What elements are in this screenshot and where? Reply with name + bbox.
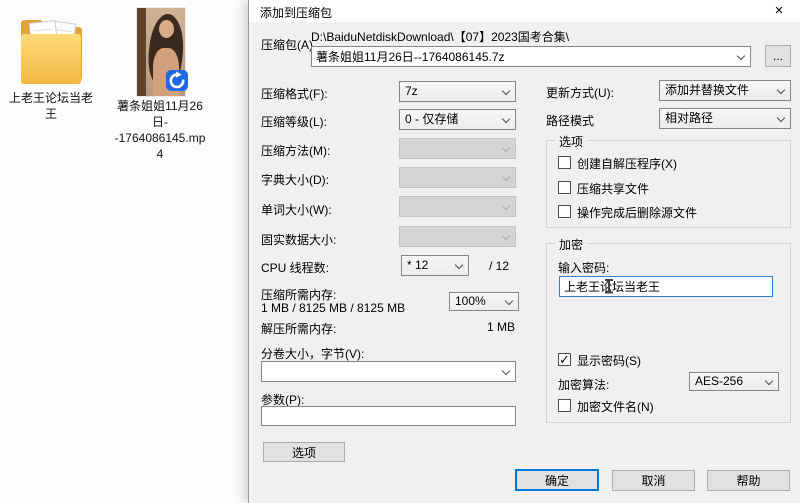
solid-select: [399, 226, 516, 247]
folder-icon[interactable]: [18, 10, 84, 88]
chevron-down-icon: [501, 143, 511, 153]
method-select: [399, 138, 516, 159]
cpu-threads-value: * 12: [407, 258, 429, 272]
update-mode-select[interactable]: 添加并替换文件: [659, 80, 791, 101]
decompress-memory-label: 解压所需内存:: [261, 322, 337, 336]
decompress-memory-value: 1 MB: [486, 320, 515, 334]
chevron-down-icon[interactable]: [736, 51, 746, 61]
desktop: 上老王论坛当老王 薯条姐姐11月26日--1764086145.mp4: [0, 0, 248, 503]
solid-label: 固实数据大小:: [261, 233, 337, 247]
chevron-down-icon: [501, 201, 511, 211]
level-label: 压缩等级(L):: [261, 115, 328, 129]
path-mode-value: 相对路径: [665, 111, 714, 125]
folder-label[interactable]: 上老王论坛当老王: [7, 90, 95, 122]
password-input[interactable]: [559, 276, 773, 297]
checkbox-box[interactable]: [558, 181, 571, 194]
archive-dir-path: D:\BaiduNetdiskDownload\【07】2023国考合集\: [311, 30, 570, 44]
encryption-method-label: 加密算法:: [558, 378, 610, 392]
dialog-titlebar[interactable]: 添加到压缩包 ×: [249, 0, 800, 22]
chevron-down-icon[interactable]: [764, 376, 774, 386]
format-label: 压缩格式(F):: [261, 87, 328, 101]
memory-percent-select[interactable]: 100%: [449, 292, 519, 311]
chevron-down-icon[interactable]: [504, 296, 514, 306]
split-size-label: 分卷大小，字节(V):: [261, 347, 365, 361]
archive-label: 压缩包(A): [261, 38, 313, 52]
method-label: 压缩方法(M):: [261, 144, 331, 158]
chevron-down-icon[interactable]: [501, 366, 511, 376]
password-label: 输入密码:: [558, 261, 610, 275]
archive-name-combo[interactable]: [311, 46, 751, 67]
path-mode-select[interactable]: 相对路径: [659, 108, 791, 129]
split-size-combo[interactable]: [261, 361, 516, 382]
player-badge-icon: [166, 70, 188, 91]
word-select: [399, 196, 516, 217]
dialog-title: 添加到压缩包: [260, 6, 333, 20]
cpu-threads-label: CPU 线程数:: [261, 261, 330, 275]
chevron-down-icon: [501, 172, 511, 182]
checkbox-label: 压缩共享文件: [577, 182, 650, 196]
add-to-archive-dialog: 添加到压缩包 × 压缩包(A) D:\BaiduNetdiskDownload\…: [248, 0, 800, 503]
parameters-input[interactable]: [261, 406, 516, 426]
thumb-face: [159, 20, 174, 38]
compress-memory-detail: 1 MB / 8125 MB / 8125 MB: [261, 301, 406, 315]
path-mode-label: 路径模式: [546, 114, 595, 128]
split-size-input[interactable]: [262, 362, 495, 381]
level-value: 0 - 仅存储: [405, 112, 459, 126]
checkbox-label: 加密文件名(N): [577, 400, 654, 414]
chevron-down-icon[interactable]: [501, 114, 511, 124]
ibeam-cursor: [604, 279, 614, 295]
archive-name-input[interactable]: [312, 47, 730, 66]
word-label: 单词大小(W):: [261, 203, 332, 217]
format-value: 7z: [405, 84, 418, 98]
ok-button[interactable]: 确定: [515, 469, 599, 491]
browse-button[interactable]: ...: [765, 45, 791, 67]
checkbox-label: 操作完成后删除源文件: [577, 206, 698, 220]
encryption-method-value: AES-256: [695, 374, 744, 388]
chevron-down-icon[interactable]: [454, 260, 464, 270]
help-button[interactable]: 帮助: [707, 470, 790, 491]
checkbox-label: 创建自解压程序(X): [577, 157, 677, 171]
cpu-threads-select[interactable]: * 12: [401, 255, 469, 276]
checkbox-box[interactable]: [558, 205, 571, 218]
encryption-method-select[interactable]: AES-256: [689, 372, 779, 391]
close-icon[interactable]: ×: [768, 1, 790, 21]
level-select[interactable]: 0 - 仅存储: [399, 109, 516, 130]
checkbox-label: 显示密码(S): [577, 354, 641, 368]
video-label[interactable]: 薯条姐姐11月26日--1764086145.mp4: [112, 98, 208, 162]
cpu-threads-total: / 12: [489, 259, 510, 273]
options-group-title: 选项: [555, 133, 588, 150]
screen: 上老王论坛当老王 薯条姐姐11月26日--1764086145.mp4 添加到压…: [0, 0, 800, 503]
options-button[interactable]: 选项: [263, 442, 345, 462]
encryption-group-title: 加密: [555, 236, 588, 253]
checkbox-box[interactable]: [558, 156, 571, 169]
checkbox-box[interactable]: [558, 399, 571, 412]
format-select[interactable]: 7z: [399, 81, 516, 102]
chevron-down-icon[interactable]: [501, 86, 511, 96]
checkbox-box[interactable]: [558, 352, 571, 368]
chevron-down-icon[interactable]: [776, 85, 786, 95]
dict-label: 字典大小(D):: [261, 173, 329, 187]
memory-percent-value: 100%: [455, 294, 486, 308]
update-mode-label: 更新方式(U):: [546, 86, 614, 100]
thumb-dark-strip: [137, 8, 146, 96]
chevron-down-icon[interactable]: [776, 113, 786, 123]
chevron-down-icon: [501, 231, 511, 241]
dict-select: [399, 167, 516, 188]
update-mode-value: 添加并替换文件: [665, 83, 750, 97]
cancel-button[interactable]: 取消: [612, 470, 695, 491]
